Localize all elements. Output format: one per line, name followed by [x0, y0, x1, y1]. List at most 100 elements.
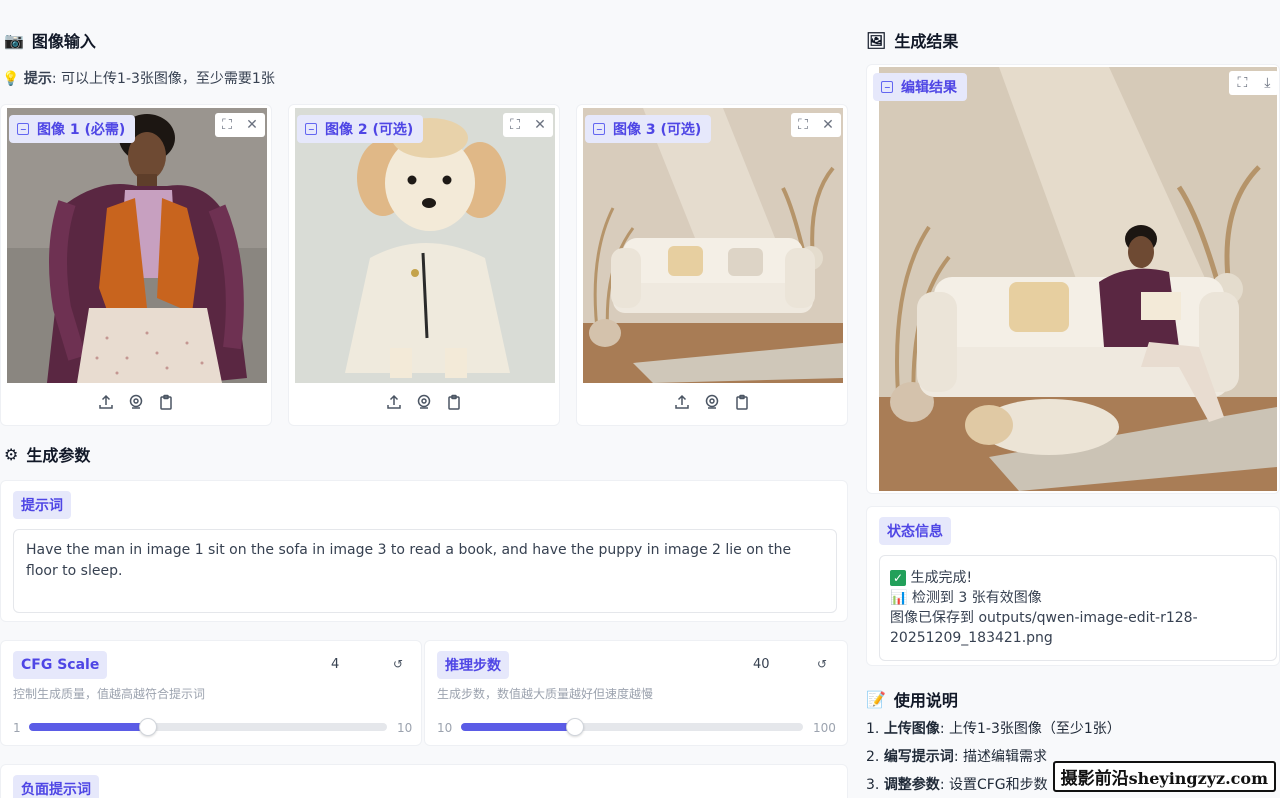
fullscreen-icon[interactable]: ⛶ — [222, 118, 232, 132]
reset-icon[interactable]: ↺ — [817, 657, 827, 671]
image-upload-3[interactable]: 图像 3 (可选) ⛶ ✕ — [576, 104, 848, 426]
usage-text: : 设置CFG和步数 — [939, 777, 1048, 793]
image-3-toolbar — [577, 393, 847, 415]
status-line-4: 20251209_183421.png — [890, 630, 1053, 646]
usage-title-text: 使用说明 — [893, 691, 958, 710]
result-controls: ⛶ ⤓ — [1229, 71, 1279, 95]
usage-bold: 编写提示词 — [883, 749, 954, 765]
webcam-icon[interactable] — [703, 393, 721, 411]
steps-slider-fill — [461, 723, 575, 731]
hint-label: 提示 — [23, 71, 52, 87]
steps-value-input[interactable]: 40 — [753, 657, 770, 672]
usage-item-1: 1. 上传图像: 上传1-3张图像（至少1张） — [866, 718, 1121, 738]
image-upload-1[interactable]: 图像 1 (必需) ⛶ ✕ — [0, 104, 272, 426]
watermark-cn: 摄影前沿 — [1060, 769, 1129, 789]
gear-icon: ⚙ — [4, 444, 19, 464]
result-image-label-text: 编辑结果 — [901, 80, 957, 96]
usage-text: : 描述编辑需求 — [953, 749, 1047, 765]
usage-bold: 调整参数 — [883, 777, 940, 793]
params-title: ⚙ 生成参数 — [4, 442, 90, 466]
cfg-label: CFG Scale — [13, 651, 108, 679]
reset-icon[interactable]: ↺ — [393, 657, 403, 671]
cfg-slider[interactable] — [29, 718, 387, 736]
cfg-slider-thumb[interactable] — [139, 718, 158, 736]
webcam-icon[interactable] — [127, 393, 145, 411]
image-2-preview — [295, 108, 555, 383]
image-2-controls: ⛶ ✕ — [503, 113, 553, 137]
prompt-label: 提示词 — [13, 491, 71, 519]
clipboard-icon[interactable] — [733, 393, 751, 411]
steps-min: 10 — [437, 721, 453, 735]
cfg-panel: CFG Scale 4 ↺ 控制生成质量，值越高越符合提示词 1 10 — [0, 640, 422, 746]
clipboard-icon[interactable] — [445, 393, 463, 411]
image-3-label-text: 图像 3 (可选) — [613, 122, 702, 138]
image-2-label: 图像 2 (可选) — [297, 115, 424, 143]
picture-icon — [881, 81, 893, 93]
image-3-preview — [583, 108, 843, 383]
image-input-title: 📷 图像输入 — [4, 28, 96, 52]
status-line-3: 图像已保存到 outputs/qwen-image-edit-r128- — [890, 610, 1198, 626]
prompt-panel: 提示词 Have the man in image 1 sit on the s… — [0, 480, 848, 622]
usage-num: 1. — [866, 721, 880, 737]
fullscreen-icon[interactable]: ⛶ — [798, 118, 808, 132]
close-icon[interactable]: ✕ — [534, 118, 546, 132]
upload-hint: 💡 提示: 可以上传1-3张图像，至少需要1张 — [2, 68, 275, 88]
steps-label: 推理步数 — [437, 651, 509, 679]
status-textbox[interactable]: ✓ 生成完成! 📊 检测到 3 张有效图像 图像已保存到 outputs/qwe… — [879, 555, 1277, 661]
hint-text: : 可以上传1-3张图像，至少需要1张 — [51, 71, 275, 87]
close-icon[interactable]: ✕ — [246, 118, 258, 132]
close-icon[interactable]: ✕ — [822, 118, 834, 132]
cfg-min: 1 — [13, 721, 21, 735]
camera-icon: 📷 — [4, 30, 24, 50]
image-3-label: 图像 3 (可选) — [585, 115, 712, 143]
usage-item-3: 3. 调整参数: 设置CFG和步数 — [866, 774, 1048, 794]
usage-title: 📝 使用说明 — [866, 687, 958, 711]
upload-icon[interactable] — [385, 393, 403, 411]
bar-chart-icon: 📊 — [890, 590, 908, 606]
params-title-text: 生成参数 — [26, 446, 91, 465]
image-input-title-text: 图像输入 — [31, 32, 96, 51]
watermark: 摄影前沿sheyingzyz.com — [1052, 761, 1276, 792]
steps-slider-thumb[interactable] — [565, 718, 584, 736]
usage-bold: 上传图像 — [883, 721, 940, 737]
usage-num: 3. — [866, 777, 880, 793]
usage-text: : 上传1-3张图像（至少1张） — [939, 721, 1121, 737]
image-1-label: 图像 1 (必需) — [9, 115, 136, 143]
check-icon: ✓ — [890, 570, 906, 586]
watermark-site: sheyingzyz.com — [1128, 769, 1268, 788]
negative-prompt-label: 负面提示词 — [13, 775, 99, 798]
lightbulb-icon: 💡 — [2, 71, 20, 87]
usage-num: 2. — [866, 749, 880, 765]
image-upload-2[interactable]: 图像 2 (可选) ⛶ ✕ — [288, 104, 560, 426]
image-3-controls: ⛶ ✕ — [791, 113, 841, 137]
cfg-max: 10 — [397, 721, 413, 735]
result-title: 🖼 生成结果 — [866, 28, 958, 52]
result-image — [879, 67, 1277, 491]
usage-item-2: 2. 编写提示词: 描述编辑需求 — [866, 746, 1047, 766]
download-icon[interactable]: ⤓ — [1264, 76, 1270, 90]
fullscreen-icon[interactable]: ⛶ — [510, 118, 520, 132]
prompt-textarea[interactable]: Have the man in image 1 sit on the sofa … — [13, 529, 837, 613]
clipboard-icon[interactable] — [157, 393, 175, 411]
cfg-slider-fill — [29, 723, 149, 731]
picture-icon — [17, 123, 29, 135]
image-2-toolbar — [289, 393, 559, 415]
webcam-icon[interactable] — [415, 393, 433, 411]
steps-max: 100 — [813, 721, 836, 735]
steps-panel: 推理步数 40 ↺ 生成步数，数值越大质量越好但速度越慢 10 100 — [424, 640, 848, 746]
upload-icon[interactable] — [97, 393, 115, 411]
status-panel: 状态信息 ✓ 生成完成! 📊 检测到 3 张有效图像 图像已保存到 output… — [866, 506, 1280, 666]
status-label: 状态信息 — [879, 517, 951, 545]
fullscreen-icon[interactable]: ⛶ — [1237, 76, 1247, 90]
status-line-2: 检测到 3 张有效图像 — [911, 590, 1042, 606]
image-1-controls: ⛶ ✕ — [215, 113, 265, 137]
cfg-value-input[interactable]: 4 — [331, 657, 339, 672]
steps-slider[interactable] — [461, 718, 803, 736]
status-line-1: 生成完成! — [910, 570, 973, 586]
picture-icon — [305, 123, 317, 135]
picture-icon — [593, 123, 605, 135]
result-title-text: 生成结果 — [894, 32, 959, 51]
upload-icon[interactable] — [673, 393, 691, 411]
image-2-label-text: 图像 2 (可选) — [325, 122, 414, 138]
result-image-label: 编辑结果 — [873, 73, 967, 101]
